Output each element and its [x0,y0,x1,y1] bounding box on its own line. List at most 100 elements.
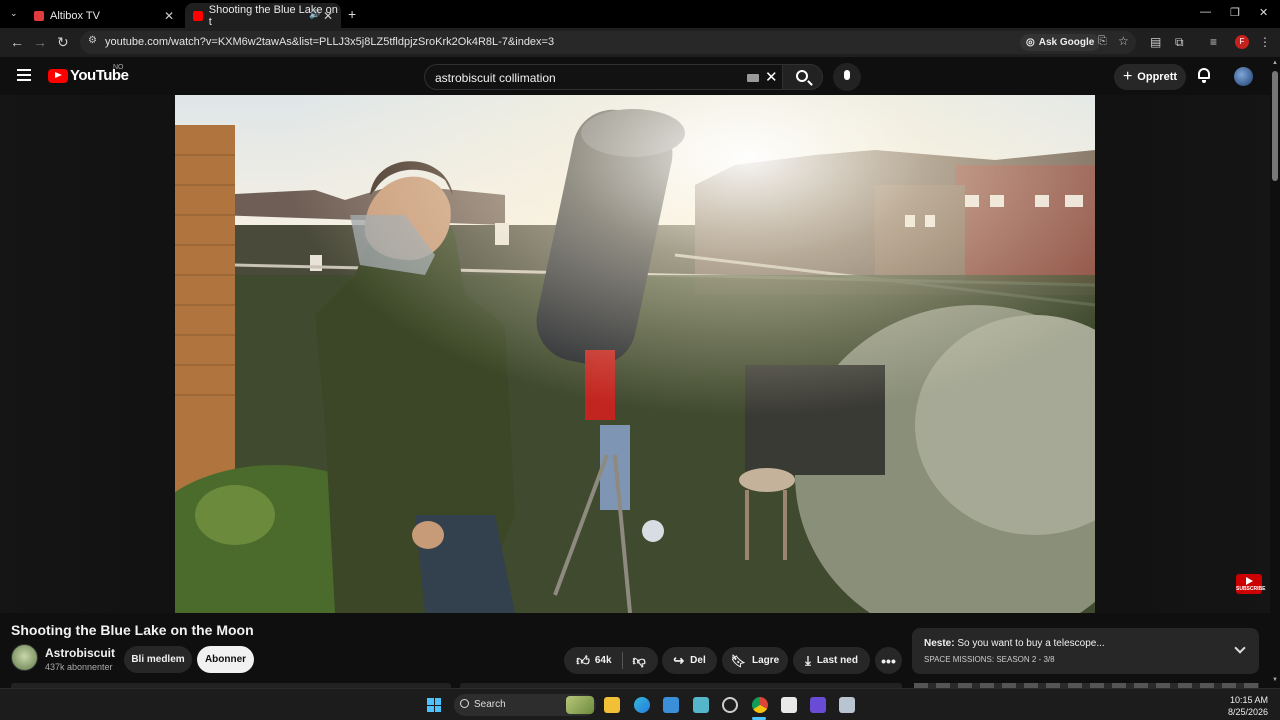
file-explorer-icon[interactable] [604,697,620,713]
system-clock[interactable]: 10:15 AM 8/25/2026 [1226,694,1268,718]
channel-name[interactable]: Astrobiscuit [45,646,115,660]
media-control-icon[interactable]: ≡ [1210,35,1217,49]
search-highlight-image [566,696,594,714]
profile-avatar[interactable]: F [1235,35,1249,49]
channel-avatar[interactable] [11,644,38,671]
like-count: 64k [594,655,612,666]
bookmark-star-icon[interactable]: ☆ [1118,34,1129,48]
create-button[interactable]: + Opprett [1114,64,1186,90]
snipping-tool-icon[interactable] [693,697,709,713]
more-actions-button[interactable]: ••• [875,647,902,674]
plus-icon: + [1122,68,1133,85]
thumbs-down-icon: 👎︎ [632,652,646,668]
next-up-card[interactable]: Neste: So you want to buy a telescope...… [912,628,1259,674]
close-tab-icon[interactable]: ✕ [164,9,174,23]
windows-start-icon[interactable] [427,698,441,712]
hamburger-menu-icon[interactable] [17,69,31,81]
url-text[interactable]: youtube.com/watch?v=KXM6w2tawAs&list=PLL… [105,36,554,48]
address-bar[interactable]: ⚙ youtube.com/watch?v=KXM6w2tawAs&list=P… [80,31,1136,54]
restore-icon[interactable]: ❐ [1230,6,1240,19]
forward-icon[interactable]: → [33,34,47,50]
extensions-icon[interactable]: ⧉ [1175,35,1184,50]
download-button[interactable]: ⤓ Last ned [793,647,870,674]
tab-search-icon[interactable]: ▤ [1150,35,1161,49]
thumbs-up-icon: 👍︎ [576,652,590,668]
search-input[interactable]: astrobiscuit collimation [435,71,556,85]
bookmark-icon: 🔖︎ [730,653,746,668]
chevron-down-icon[interactable] [1234,642,1246,654]
altibox-favicon-icon [34,10,44,21]
country-code: NO [113,64,124,71]
clear-search-icon[interactable]: ✕ [765,68,778,86]
page-scrollbar[interactable]: ▲ ▼ [1270,57,1280,687]
video-player[interactable] [175,95,1095,613]
video-title: Shooting the Blue Lake on the Moon [11,622,254,638]
reload-icon[interactable]: ↻ [57,34,69,51]
new-tab-icon[interactable]: + [348,6,356,22]
youtube-logo[interactable]: YouTube NO [48,64,129,84]
join-button[interactable]: Bli medlem [124,646,192,673]
audio-playing-icon[interactable]: 🔊 [309,9,320,20]
youtube-header: YouTube NO astrobiscuit collimation ✕ + … [0,57,1280,95]
youtube-play-icon [48,68,68,83]
site-info-icon[interactable]: ⚙ [88,35,97,46]
channel-subscriber-count: 437k abonnenter [45,662,113,672]
taskbar-search-label: Search [474,699,506,710]
like-button[interactable]: 👍︎ 64k [576,653,611,669]
clock-date: 8/25/2026 [1227,707,1268,717]
install-app-icon[interactable]: ⎘ [1098,35,1107,48]
tab-title: Shooting the Blue Lake on t [208,3,338,28]
chrome-icon[interactable] [752,697,768,713]
keyboard-icon[interactable] [747,74,759,82]
video-frame [175,95,1095,613]
tab-title: Altibox TV [50,9,100,22]
account-avatar[interactable] [1234,67,1253,86]
next-up-line: Neste: So you want to buy a telescope... [924,638,1105,649]
share-label: Del [690,655,706,666]
store-icon[interactable] [663,697,679,713]
search-box[interactable]: astrobiscuit collimation ✕ [424,64,784,90]
tab-list-chevron-icon[interactable]: ⌄ [10,8,18,19]
window-close-icon[interactable]: ✕ [1259,6,1268,19]
taskbar-search[interactable]: Search [454,694,596,716]
clock-app-icon[interactable] [722,697,738,713]
notepad-icon[interactable] [781,697,797,713]
tab-altibox[interactable]: Altibox TV ✕ [26,3,182,28]
download-label: Last ned [816,655,858,666]
back-icon[interactable]: ← [10,34,24,50]
browser-menu-icon[interactable]: ⋮ [1259,35,1271,49]
save-label: Lagre [752,655,780,666]
close-tab-icon[interactable]: ✕ [323,9,333,23]
voice-search-icon[interactable] [833,63,861,91]
subscribe-button[interactable]: Abonner [197,646,254,673]
search-icon [796,70,808,82]
scroll-up-icon[interactable]: ▲ [1272,60,1278,66]
clock-time: 10:15 AM [1229,695,1268,705]
download-icon: ⤓ [805,652,811,668]
minimize-icon[interactable]: — [1200,6,1211,18]
share-button[interactable]: ↪ Del [662,647,717,674]
browser-tab-bar: ⌄ Altibox TV ✕ Shooting the Blue Lake on… [0,0,1280,28]
app-window-icon[interactable] [839,697,855,713]
visual-studio-icon[interactable] [810,697,826,713]
edge-icon[interactable] [634,697,650,713]
dislike-button[interactable]: 👎︎ [633,653,646,669]
notifications-bell-icon[interactable] [1197,68,1211,83]
browser-toolbar: ← → ↻ ⚙ youtube.com/watch?v=KXM6w2tawAs&… [0,28,1280,57]
playlist-position: SPACE MISSIONS: SEASON 2 - 3/8 [924,655,1055,664]
next-up-title: So you want to buy a telescope... [957,638,1105,649]
ask-google-label: Ask Google [1038,37,1095,48]
search-button[interactable] [782,64,823,90]
scroll-down-icon[interactable]: ▼ [1272,677,1278,683]
save-button[interactable]: 🔖︎ Lagre [722,647,788,674]
subscribe-watermark[interactable]: SUBSCRIBE [1236,574,1265,594]
next-up-prefix: Neste: [924,638,955,649]
share-arrow-icon: ↪ [673,652,685,668]
scrollbar-thumb[interactable] [1272,71,1278,181]
tab-youtube[interactable]: Shooting the Blue Lake on t 🔊 ✕ [185,3,341,28]
divider [621,652,623,669]
search-icon [460,699,469,708]
windows-taskbar: Search 10:15 AM 8/25/2026 [0,688,1280,720]
google-lens-icon: ◎ [1026,37,1035,48]
ask-google-button[interactable]: ◎ Ask Google [1020,34,1101,51]
